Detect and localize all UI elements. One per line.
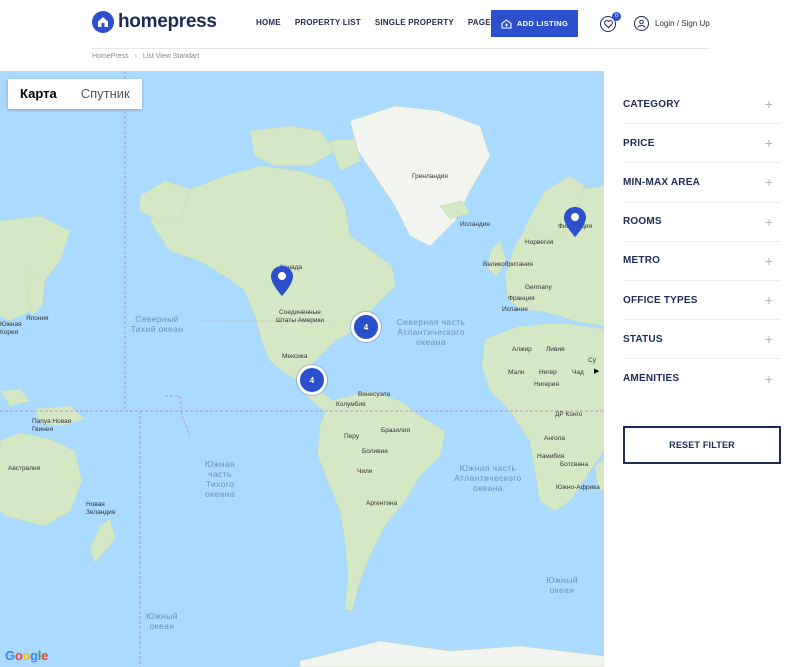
label-brazil: Бразилия xyxy=(381,427,410,434)
breadcrumb-home[interactable]: HomePress xyxy=(92,53,129,60)
filter-label: PRICE xyxy=(623,137,655,149)
ocean-north-atlantic: Северная часть Атлантического океана xyxy=(396,317,466,347)
label-drc: ДР Конго xyxy=(555,411,583,418)
expand-plus-icon[interactable]: + xyxy=(765,331,773,347)
label-new-zealand: Новая Зеландия xyxy=(86,501,116,516)
filter-label: AMENITIES xyxy=(623,373,680,385)
map[interactable]: Гренландия Исландия Норвегия Финляндия В… xyxy=(0,71,604,667)
favorites-count-badge: 0 xyxy=(612,12,621,21)
nav-single-property[interactable]: SINGLE PROPERTY xyxy=(375,18,454,27)
map-arrow-right-icon: ▶ xyxy=(594,368,600,375)
breadcrumb-separator-icon: › xyxy=(134,53,137,60)
filter-office-types[interactable]: OFFICE TYPES + xyxy=(623,281,781,321)
map-type-satellite-button[interactable]: Спутник xyxy=(69,79,142,109)
map-type-control: Карта Спутник xyxy=(8,79,142,109)
label-mali: Мали xyxy=(508,369,525,376)
filter-label: STATUS xyxy=(623,333,663,345)
logo[interactable]: homepress xyxy=(92,11,217,33)
label-nigeria: Нигерия xyxy=(534,381,559,388)
ocean-north-pacific: Северный Тихий океан xyxy=(130,314,184,334)
filter-sidebar: CATEGORY + PRICE + MIN-MAX AREA + ROOMS … xyxy=(623,85,781,399)
filter-category[interactable]: CATEGORY + xyxy=(623,85,781,125)
label-iceland: Исландия xyxy=(460,221,490,228)
ocean-southern-right: Южный океан xyxy=(546,575,578,595)
main-nav: HOME PROPERTY LIST SINGLE PROPERTY PAGES xyxy=(256,18,510,27)
label-chile: Чили xyxy=(357,468,373,475)
filter-label: OFFICE TYPES xyxy=(623,294,698,306)
label-bolivia: Боливия xyxy=(362,448,388,455)
label-usa: Соединенные Штаты Америки xyxy=(276,309,324,324)
filter-label: METRO xyxy=(623,255,661,267)
label-botswana: Ботсвана xyxy=(560,461,589,468)
label-france: Франция xyxy=(508,295,535,302)
site-header: homepress HOME PROPERTY LIST SINGLE PROP… xyxy=(0,0,800,48)
filter-rooms[interactable]: ROOMS + xyxy=(623,203,781,242)
expand-plus-icon[interactable]: + xyxy=(765,253,773,269)
login-link[interactable]: Login / Sign Up xyxy=(634,16,710,31)
label-niger: Нигер xyxy=(539,369,557,376)
filter-min-max-area[interactable]: MIN-MAX AREA + xyxy=(623,163,781,203)
map-type-map-button[interactable]: Карта xyxy=(8,79,69,109)
label-angola: Ангола xyxy=(544,435,566,442)
filter-price[interactable]: PRICE + xyxy=(623,124,781,164)
reset-filter-button[interactable]: RESET FILTER xyxy=(623,426,781,464)
label-colombia: Колумбия xyxy=(336,401,366,408)
label-libya: Ливия xyxy=(546,346,565,353)
label-uk: Великобритания xyxy=(483,261,533,268)
ocean-south-atlantic: Южная часть Атлантического океана xyxy=(454,463,522,493)
label-korea: Южная Корея xyxy=(0,321,22,336)
expand-plus-icon[interactable]: + xyxy=(765,214,773,230)
add-home-icon xyxy=(501,18,512,29)
filter-metro[interactable]: METRO + xyxy=(623,242,781,281)
header-divider xyxy=(92,48,710,49)
label-png: Папуа Новая Гвинея xyxy=(32,418,72,433)
nav-property-list[interactable]: PROPERTY LIST xyxy=(295,18,361,27)
label-spain: Испания xyxy=(502,306,528,313)
filter-status[interactable]: STATUS + xyxy=(623,320,781,360)
breadcrumb: HomePress › List View Standart xyxy=(92,53,199,60)
expand-plus-icon[interactable]: + xyxy=(765,96,773,112)
nav-home[interactable]: HOME xyxy=(256,18,281,27)
ocean-south-pacific: Южная часть Тихого океана xyxy=(204,459,236,499)
home-logo-icon xyxy=(92,11,114,33)
label-germany: Germany xyxy=(525,284,552,291)
label-peru: Перу xyxy=(344,433,360,440)
expand-plus-icon[interactable]: + xyxy=(765,174,773,190)
label-chad: Чад xyxy=(572,369,584,376)
add-listing-button[interactable]: ADD LISTING xyxy=(491,10,578,37)
filter-label: MIN-MAX AREA xyxy=(623,176,701,188)
label-sudan: Су xyxy=(588,357,596,364)
login-label: Login / Sign Up xyxy=(655,19,710,28)
map-pin-icon[interactable] xyxy=(563,206,587,238)
label-namibia: Намибия xyxy=(537,453,565,460)
label-south-africa: Южно-Африка xyxy=(556,484,600,491)
label-algeria: Алжир xyxy=(512,346,532,353)
map-cluster-marker[interactable]: 4 xyxy=(351,312,381,342)
map-cluster-marker[interactable]: 4 xyxy=(297,365,327,395)
label-norway: Норвегия xyxy=(525,239,554,246)
ocean-southern-left: Южный океан xyxy=(146,611,178,631)
label-greenland: Гренландия xyxy=(412,173,448,180)
breadcrumb-current: List View Standart xyxy=(142,53,200,60)
add-listing-label: ADD LISTING xyxy=(516,19,569,28)
expand-plus-icon[interactable]: + xyxy=(765,135,773,151)
label-australia: Австралия xyxy=(8,465,41,472)
filter-label: ROOMS xyxy=(623,216,662,228)
logo-text: homepress xyxy=(118,11,217,32)
label-argentina: Аргентина xyxy=(366,500,398,507)
filter-label: CATEGORY xyxy=(623,98,681,110)
expand-plus-icon[interactable]: + xyxy=(765,292,773,308)
expand-plus-icon[interactable]: + xyxy=(765,371,773,387)
filter-amenities[interactable]: AMENITIES + xyxy=(623,359,781,398)
label-mexico: Мексика xyxy=(282,353,308,360)
map-pin-icon[interactable] xyxy=(270,265,294,297)
label-venezuela: Венесуэла xyxy=(358,391,391,398)
google-logo: Google xyxy=(5,648,49,663)
user-icon xyxy=(634,16,649,31)
